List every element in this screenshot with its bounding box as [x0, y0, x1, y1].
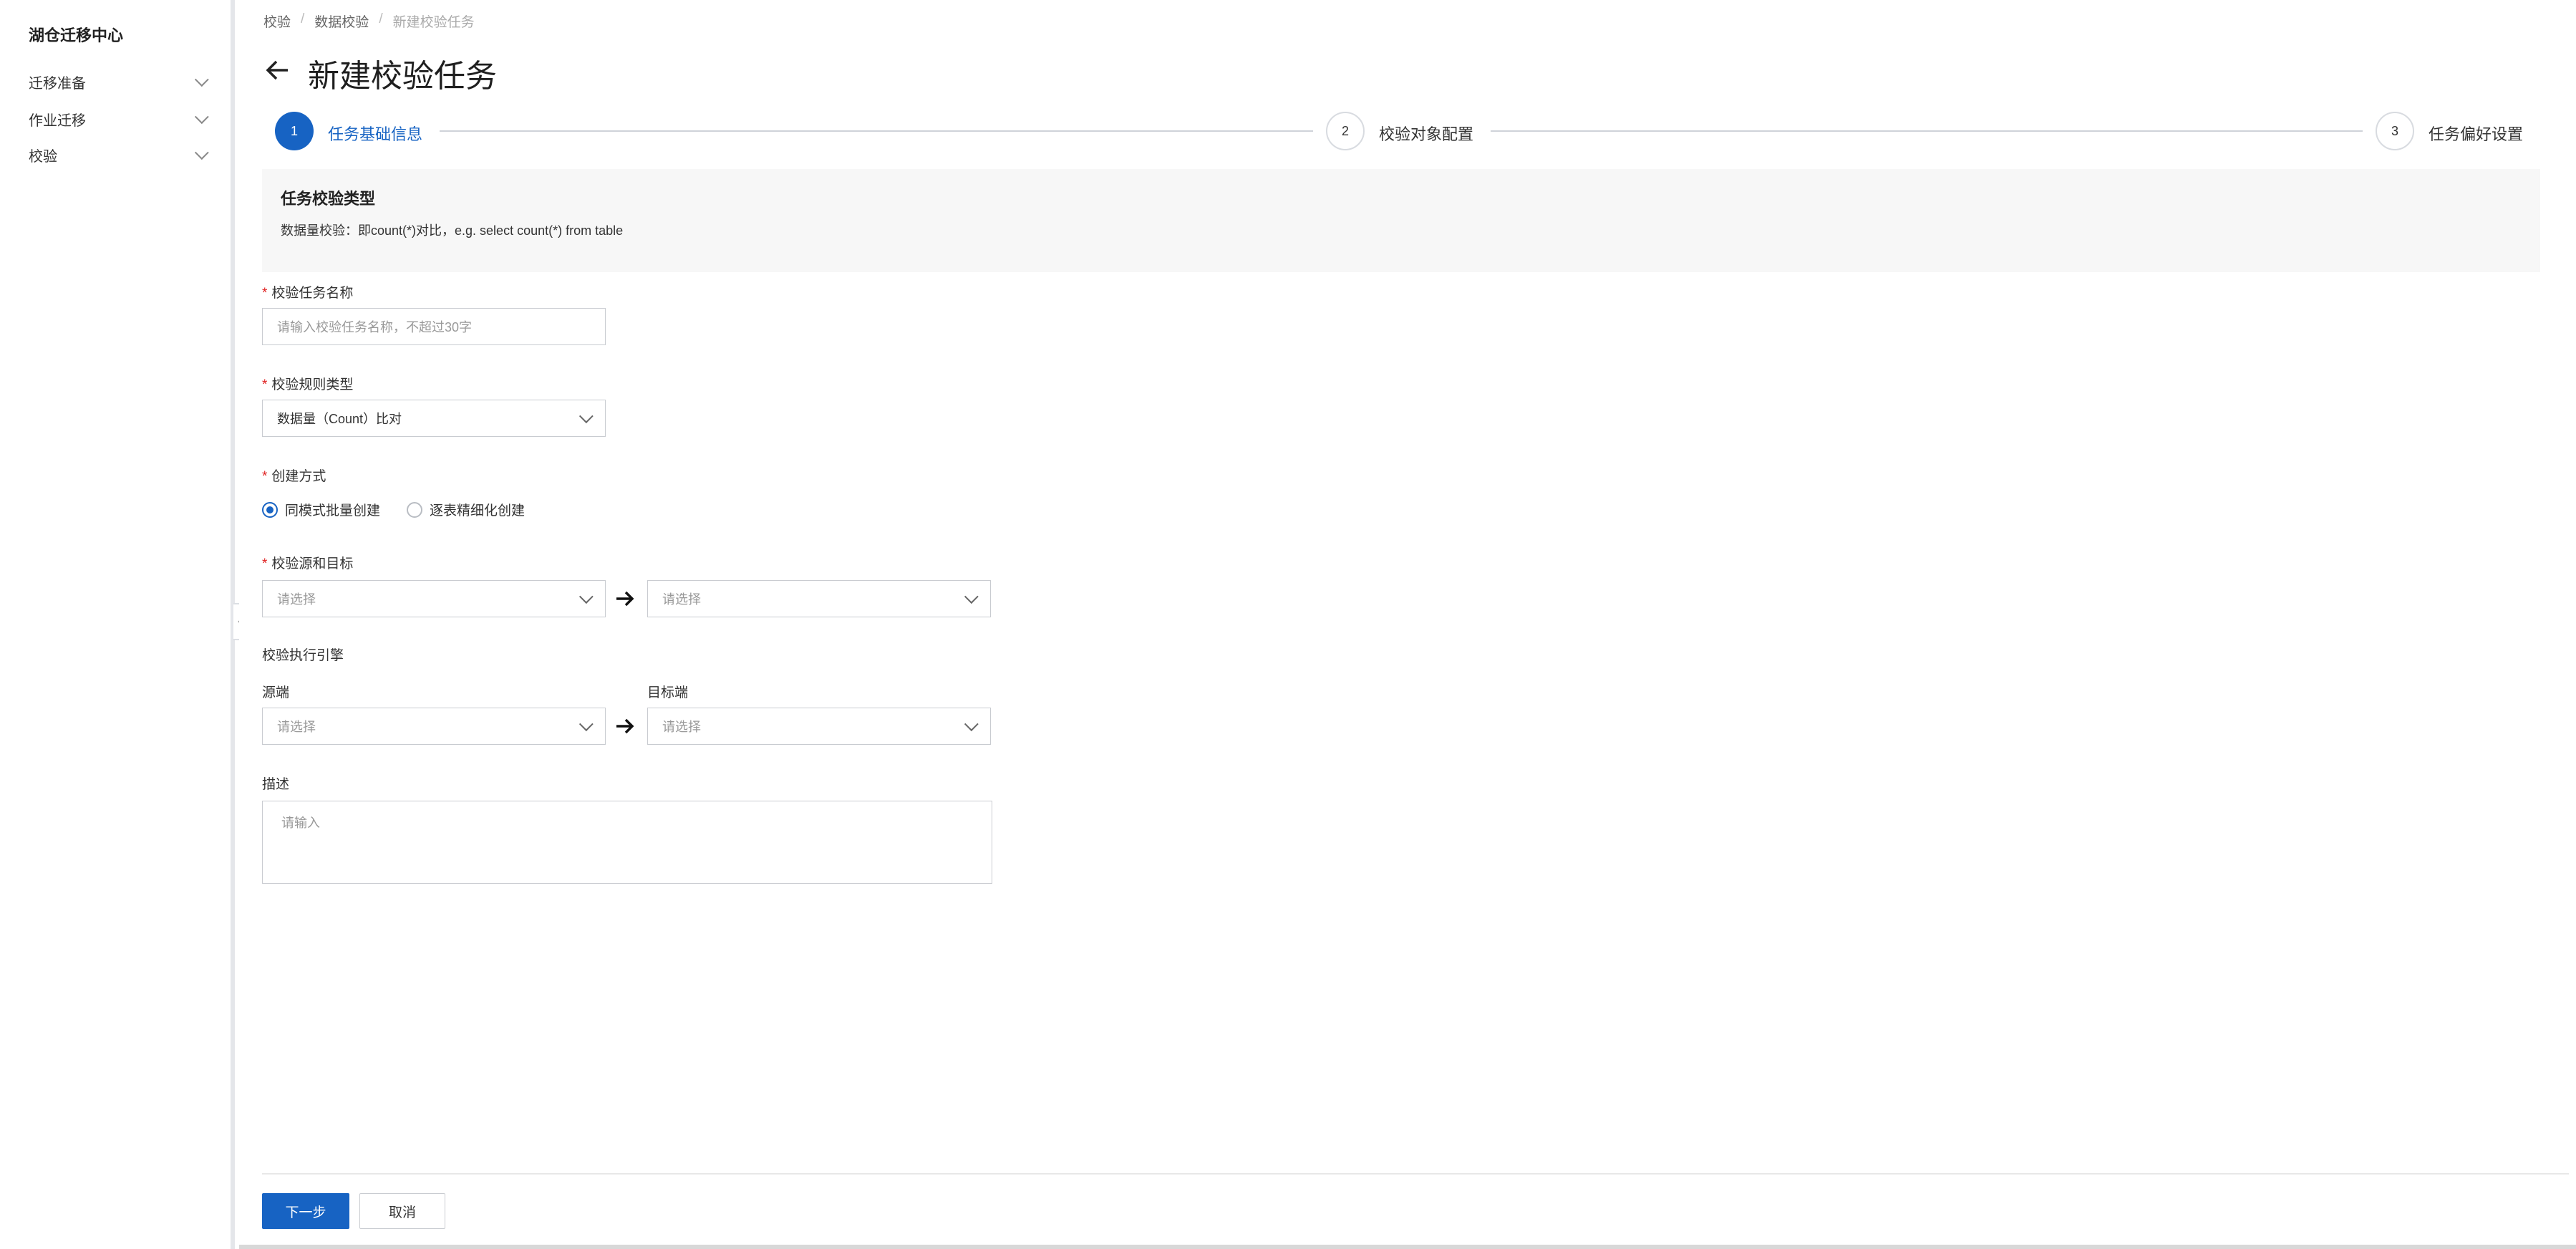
step-connector	[1491, 130, 2363, 132]
cancel-button[interactable]: 取消	[359, 1193, 445, 1229]
target-select[interactable]: 请选择	[647, 580, 991, 617]
sidebar-item-job-migration[interactable]: 作业迁移	[29, 105, 209, 133]
description-textarea[interactable]: 请输入	[262, 801, 992, 884]
sidebar-item-label: 校验	[29, 148, 57, 165]
engine-target-select[interactable]: 请选择	[647, 708, 991, 745]
chevron-down-icon	[194, 145, 209, 160]
next-button[interactable]: 下一步	[262, 1193, 349, 1229]
arrow-left-icon[interactable]	[263, 56, 292, 85]
sidebar: 湖仓迁移中心 迁移准备 作业迁移 校验	[0, 0, 235, 1249]
engine-label: 校验执行引擎	[262, 648, 344, 663]
rule-type-select[interactable]: 数据量（Count）比对	[262, 400, 606, 437]
engine-target-label: 目标端	[647, 685, 689, 700]
breadcrumb-item-validation[interactable]: 校验	[263, 11, 291, 31]
step-connector	[440, 130, 1313, 132]
source-select[interactable]: 请选择	[262, 580, 606, 617]
step-1-circle: 1	[275, 112, 314, 150]
sidebar-item-migration-prep[interactable]: 迁移准备	[29, 67, 209, 96]
step-3-circle: 3	[2376, 112, 2414, 150]
breadcrumb-separator: /	[379, 11, 383, 26]
sidebar-title: 湖仓迁移中心	[29, 26, 124, 44]
chevron-down-icon	[578, 589, 594, 604]
step-2-label: 校验对象配置	[1379, 125, 1474, 143]
chevron-down-icon	[194, 72, 209, 87]
description-label: 描述	[262, 777, 290, 792]
engine-source-label: 源端	[262, 685, 290, 700]
breadcrumb-item-data-validation[interactable]: 数据校验	[314, 11, 369, 31]
arrow-right-icon	[616, 718, 634, 734]
create-mode-label: * 创建方式	[262, 469, 326, 484]
chevron-down-icon	[964, 589, 979, 604]
arrow-right-icon	[616, 591, 634, 607]
task-name-input[interactable]: 请输入校验任务名称，不超过30字	[262, 308, 606, 345]
radio-unchecked-icon	[407, 501, 422, 518]
radio-checked-icon	[262, 501, 278, 518]
task-name-label: * 校验任务名称	[262, 286, 354, 301]
footer-divider	[262, 1173, 2569, 1175]
validation-type-info: 任务校验类型 数据量校验：即count(*)对比，e.g. select cou…	[262, 169, 2540, 272]
sidebar-item-validation[interactable]: 校验	[29, 140, 209, 169]
rule-type-label: * 校验规则类型	[262, 377, 354, 392]
radio-batch-create[interactable]: 同模式批量创建	[262, 500, 380, 519]
sidebar-item-label: 作业迁移	[29, 112, 86, 129]
source-target-label: * 校验源和目标	[262, 556, 354, 572]
chevron-down-icon	[194, 110, 209, 125]
chevron-down-icon	[964, 717, 979, 732]
step-3-label: 任务偏好设置	[2429, 125, 2524, 143]
page-title: 新建校验任务	[308, 59, 497, 94]
sidebar-item-label: 迁移准备	[29, 75, 86, 92]
radio-per-table-create[interactable]: 逐表精细化创建	[407, 500, 525, 519]
chevron-down-icon	[578, 409, 594, 424]
step-indicator: 1 任务基础信息 2 校验对象配置 3 任务偏好设置	[275, 112, 2552, 152]
step-1-label: 任务基础信息	[328, 125, 423, 143]
breadcrumb-separator: /	[301, 11, 305, 26]
step-2-circle: 2	[1326, 112, 1365, 150]
info-description: 数据量校验：即count(*)对比，e.g. select count(*) f…	[281, 223, 624, 238]
bottom-edge	[239, 1245, 2576, 1249]
engine-source-select[interactable]: 请选择	[262, 708, 606, 745]
main-content: 校验 / 数据校验 / 新建校验任务 新建校验任务 1 任务基础信息 2 校验对…	[239, 0, 2576, 1249]
breadcrumb: 校验 / 数据校验 / 新建校验任务	[263, 11, 475, 31]
breadcrumb-item-current: 新建校验任务	[392, 15, 475, 30]
info-title: 任务校验类型	[281, 190, 376, 208]
chevron-down-icon	[578, 717, 594, 732]
